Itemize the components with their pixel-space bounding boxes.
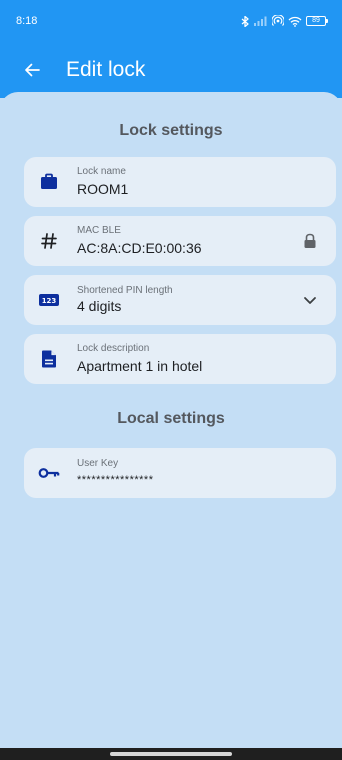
lock-name-text: Lock name ROOM1 [77, 166, 336, 198]
battery-icon: 89 [306, 16, 328, 26]
numeric-icon-text: 123 [42, 297, 57, 305]
lock-description-text: Lock description Apartment 1 in hotel [77, 343, 336, 375]
home-gesture-handle[interactable] [110, 752, 232, 756]
field-value: AC:8A:CD:E0:00:36 [77, 240, 202, 256]
field-value: Apartment 1 in hotel [77, 358, 203, 374]
status-bar: 8:18 89 [0, 0, 342, 42]
status-time: 8:18 [16, 15, 38, 27]
user-key-text: User Key **************** [77, 458, 336, 489]
key-icon [37, 461, 61, 485]
pin-length-text: Shortened PIN length 4 digits [77, 285, 298, 315]
lock-name-field[interactable]: Lock name ROOM1 [24, 157, 336, 207]
chevron-down-icon[interactable] [298, 288, 322, 312]
wifi-icon [288, 16, 302, 27]
content-panel: Lock settings Lock name ROOM1 MAC BLE AC… [0, 92, 342, 748]
app-bar: Edit lock [0, 42, 342, 98]
field-label: Lock name [77, 166, 126, 177]
field-value: 4 digits [77, 298, 122, 314]
document-icon [37, 347, 61, 371]
field-label: Lock description [77, 343, 150, 354]
page-title: Edit lock [66, 58, 146, 81]
section-title-lock-settings: Lock settings [119, 122, 223, 139]
field-value: ROOM1 [77, 181, 129, 197]
lock-icon [298, 229, 322, 253]
hotspot-icon [272, 15, 284, 26]
bluetooth-icon [241, 15, 249, 27]
user-key-field[interactable]: User Key **************** [24, 448, 336, 498]
field-value: **************** [77, 473, 154, 486]
battery-level: 89 [312, 17, 320, 24]
field-label: Shortened PIN length [77, 285, 173, 296]
arrow-left-icon [25, 63, 40, 77]
signal-icon [254, 16, 267, 26]
numeric-123-icon: 123 [37, 288, 61, 312]
navigation-bar [0, 748, 342, 760]
field-label: MAC BLE [77, 225, 121, 236]
hash-icon [37, 229, 61, 253]
mac-ble-text: MAC BLE AC:8A:CD:E0:00:36 [77, 225, 298, 257]
status-icons: 89 [241, 15, 328, 27]
section-title-local-settings: Local settings [117, 410, 225, 427]
back-button[interactable] [20, 58, 44, 82]
pin-length-select[interactable]: 123 Shortened PIN length 4 digits [24, 275, 336, 325]
mac-ble-field[interactable]: MAC BLE AC:8A:CD:E0:00:36 [24, 216, 336, 266]
field-label: User Key [77, 457, 119, 469]
briefcase-icon [37, 170, 61, 194]
lock-description-field[interactable]: Lock description Apartment 1 in hotel [24, 334, 336, 384]
